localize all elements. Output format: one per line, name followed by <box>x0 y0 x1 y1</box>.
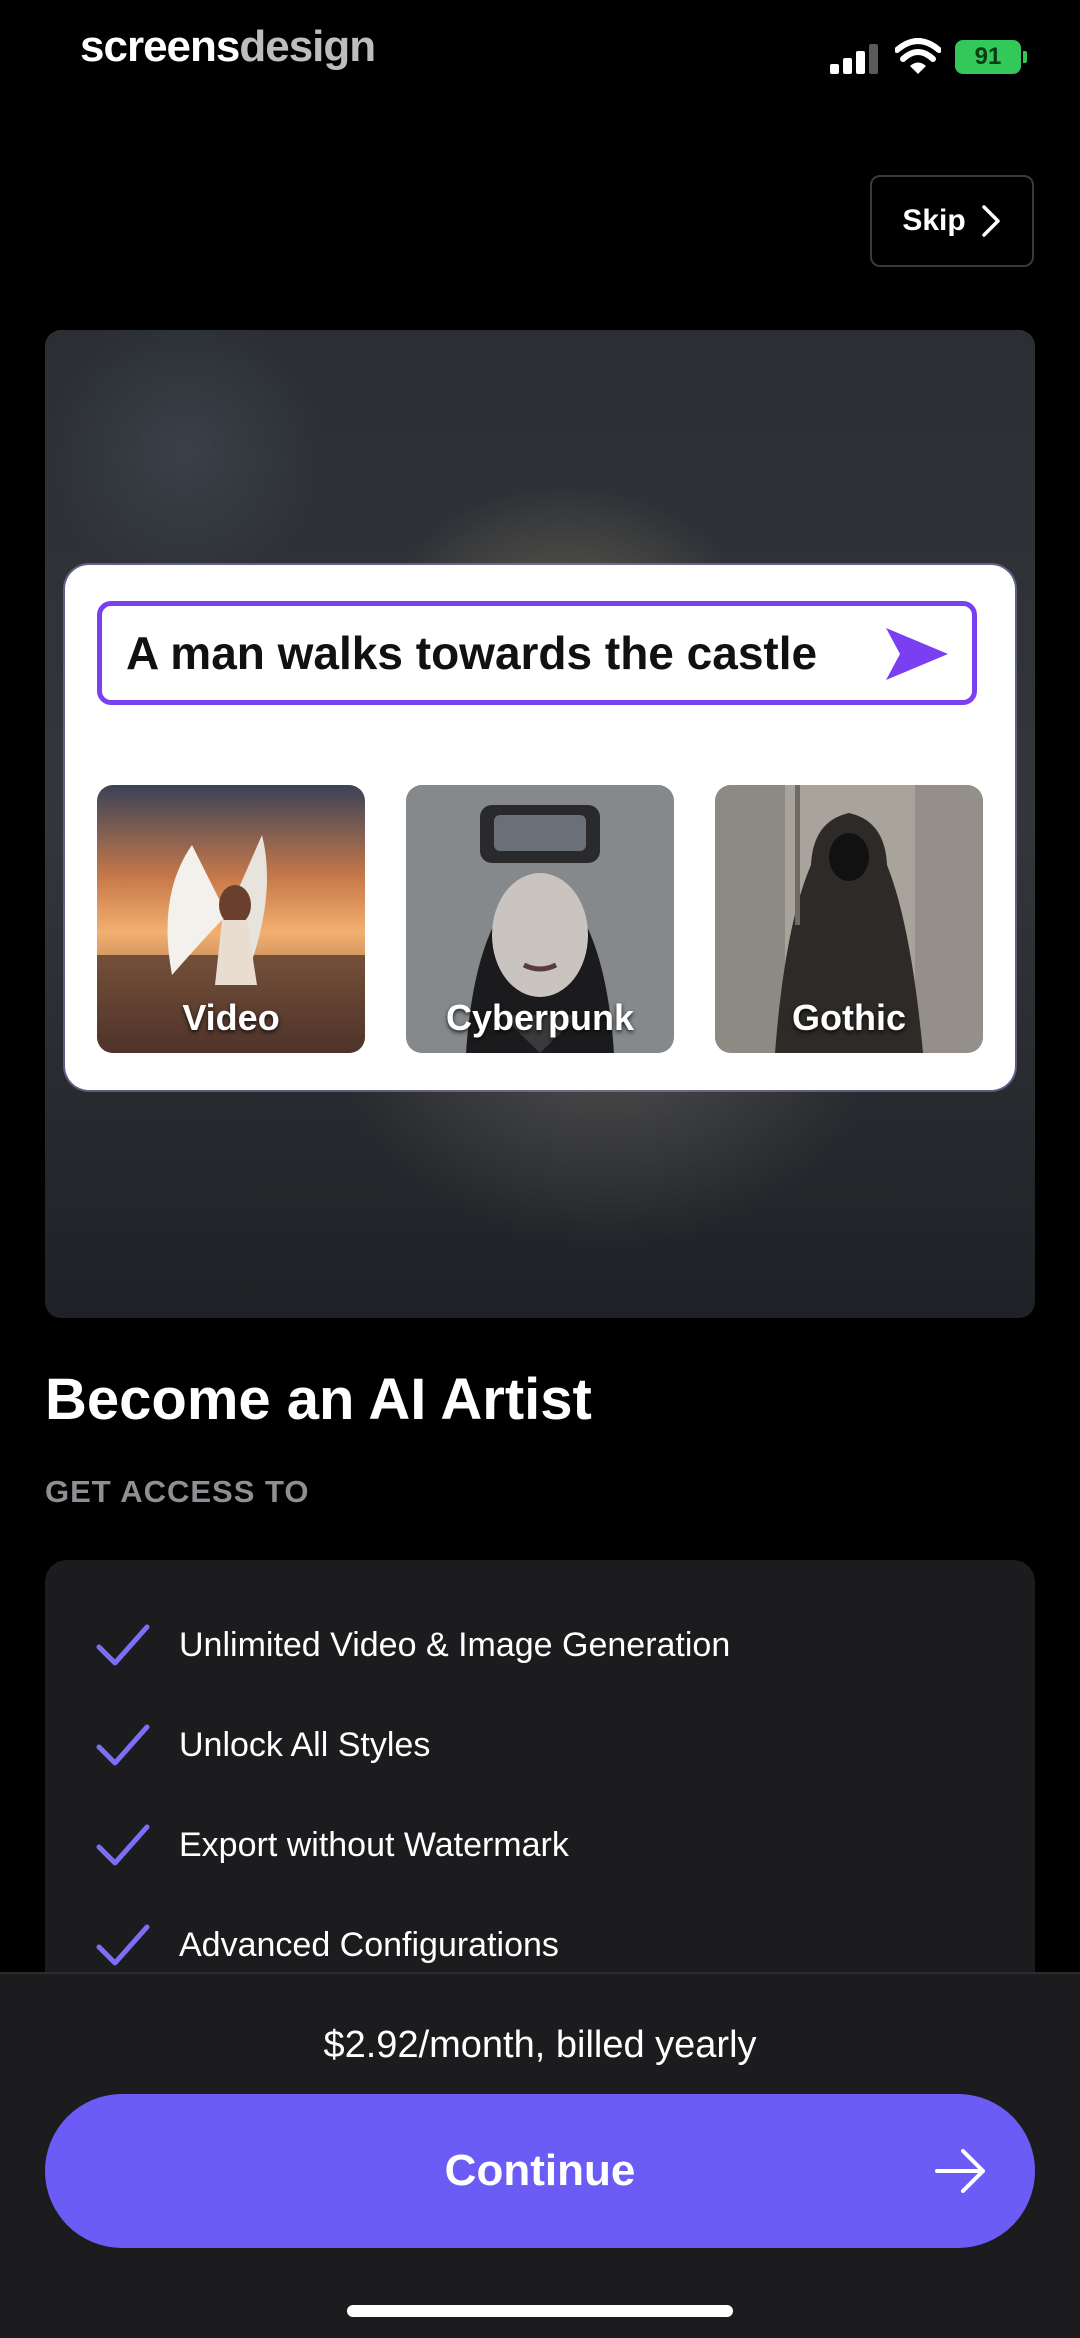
page-title: Become an AI Artist <box>45 1367 592 1432</box>
chevron-right-icon <box>981 205 1000 237</box>
status-bar: screensdesign 91 <box>0 0 1080 110</box>
feature-label: Advanced Configurations <box>179 1925 559 1964</box>
check-icon <box>96 1624 150 1666</box>
cellular-signal-icon <box>830 44 878 74</box>
arrow-right-icon <box>935 2149 985 2193</box>
access-subtitle: GET ACCESS TO <box>45 1474 310 1509</box>
style-card-cyberpunk: Cyberpunk <box>406 785 674 1053</box>
home-indicator <box>347 2305 733 2317</box>
style-card-video: Video <box>97 785 365 1053</box>
features-list: Unlimited Video & Image Generation Unloc… <box>45 1560 1035 1980</box>
hero-preview: A man walks towards the castle Video Cyb… <box>45 330 1035 1318</box>
style-label-cyberpunk: Cyberpunk <box>445 997 635 1038</box>
feature-label: Unlimited Video & Image Generation <box>179 1625 731 1664</box>
style-label-gothic: Gothic <box>792 997 906 1038</box>
feature-label: Unlock All Styles <box>179 1725 431 1764</box>
purchase-panel: $2.92/month, billed yearly Continue <box>0 1972 1080 2338</box>
brand-part1: screens <box>80 22 240 71</box>
skip-button[interactable]: Skip <box>870 175 1034 267</box>
check-icon <box>96 1824 150 1866</box>
feature-item: Export without Watermark <box>95 1815 569 1875</box>
brand-part2: design <box>239 22 376 71</box>
send-icon <box>886 628 948 680</box>
brand-logo: screensdesign <box>80 22 376 72</box>
continue-button[interactable]: Continue <box>45 2094 1035 2248</box>
check-icon <box>96 1724 150 1766</box>
check-icon <box>96 1924 150 1966</box>
price-text: $2.92/month, billed yearly <box>323 2024 757 2066</box>
feature-item: Unlimited Video & Image Generation <box>95 1615 730 1675</box>
skip-label: Skip <box>902 204 966 237</box>
battery-icon: 91 <box>955 40 1027 74</box>
feature-item: Unlock All Styles <box>95 1715 430 1775</box>
feature-label: Export without Watermark <box>179 1825 569 1864</box>
prompt-card: A man walks towards the castle Video Cyb… <box>65 565 1015 1090</box>
continue-label: Continue <box>444 2146 636 2195</box>
wifi-icon <box>895 38 941 74</box>
prompt-input: A man walks towards the castle <box>97 601 977 705</box>
battery-level: 91 <box>974 43 1002 70</box>
prompt-text: A man walks towards the castle <box>126 627 818 679</box>
feature-item: Advanced Configurations <box>95 1915 559 1975</box>
style-card-gothic: Gothic <box>715 785 983 1053</box>
style-label-video: Video <box>182 997 280 1038</box>
